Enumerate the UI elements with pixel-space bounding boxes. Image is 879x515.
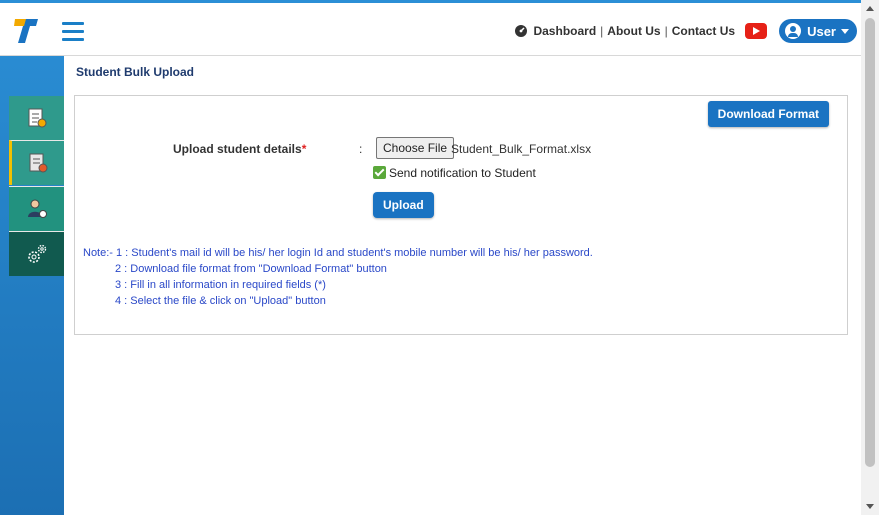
upload-panel: Download Format Upload student details* …	[74, 95, 848, 335]
send-notification-label[interactable]: Send notification to Student	[389, 166, 536, 180]
upload-student-details-label: Upload student details*	[173, 142, 306, 156]
upload-button[interactable]: Upload	[373, 192, 434, 218]
sidebar-item-settings[interactable]	[9, 231, 64, 276]
nav-about-link[interactable]: About Us	[607, 24, 660, 38]
note-line-2: 2 : Download file format from "Download …	[115, 263, 387, 275]
hamburger-menu-icon[interactable]	[62, 22, 84, 41]
required-marker: *	[301, 142, 307, 156]
main-content: Student Bulk Upload Download Format Uplo…	[64, 56, 861, 515]
note-line-3: 3 : Fill in all information in required …	[115, 279, 326, 291]
scroll-down-arrow-icon[interactable]	[866, 504, 874, 509]
upload-notes: Note:- 1 : Student's mail id will be his…	[83, 245, 593, 309]
vertical-scrollbar[interactable]	[861, 0, 879, 515]
scroll-up-arrow-icon[interactable]	[866, 6, 874, 11]
sidebar-item-documents[interactable]	[9, 140, 64, 185]
top-bar: Dashboard | About Us | Contact Us User	[0, 3, 861, 56]
nav-separator: |	[664, 24, 668, 38]
tekie-logo-icon[interactable]	[14, 17, 40, 45]
gears-icon	[27, 244, 46, 263]
user-settings-icon	[27, 199, 47, 218]
dashboard-icon	[515, 25, 528, 37]
selected-file-name: Student_Bulk_Format.xlsx	[451, 142, 592, 156]
sidebar-item-users[interactable]	[9, 186, 64, 231]
user-label: User	[807, 23, 836, 39]
send-notification-checkbox[interactable]	[373, 166, 386, 179]
scrollbar-thumb[interactable]	[865, 18, 875, 467]
top-nav: Dashboard | About Us | Contact Us User	[514, 19, 857, 43]
nav-separator: |	[600, 24, 604, 38]
user-avatar-icon	[785, 23, 802, 39]
note-line-4: 4 : Select the file & click on "Upload" …	[115, 295, 326, 307]
chevron-down-icon	[841, 28, 849, 34]
checklist-icon	[28, 108, 46, 128]
document-settings-icon	[29, 153, 48, 173]
sidebar	[9, 56, 64, 515]
nav-contact-link[interactable]: Contact Us	[672, 24, 735, 38]
choose-file-button[interactable]: Choose File	[376, 137, 455, 159]
upload-label-text: Upload student details	[173, 142, 302, 156]
note-line-1: Note:- 1 : Student's mail id will be his…	[83, 247, 593, 259]
sidebar-item-checklist[interactable]	[9, 96, 64, 140]
user-menu-button[interactable]: User	[779, 19, 857, 43]
download-format-button[interactable]: Download Format	[707, 101, 829, 127]
page-title: Student Bulk Upload	[76, 65, 194, 79]
youtube-icon[interactable]	[745, 23, 768, 39]
nav-dashboard-link[interactable]: Dashboard	[533, 24, 596, 38]
field-colon: :	[359, 142, 363, 156]
